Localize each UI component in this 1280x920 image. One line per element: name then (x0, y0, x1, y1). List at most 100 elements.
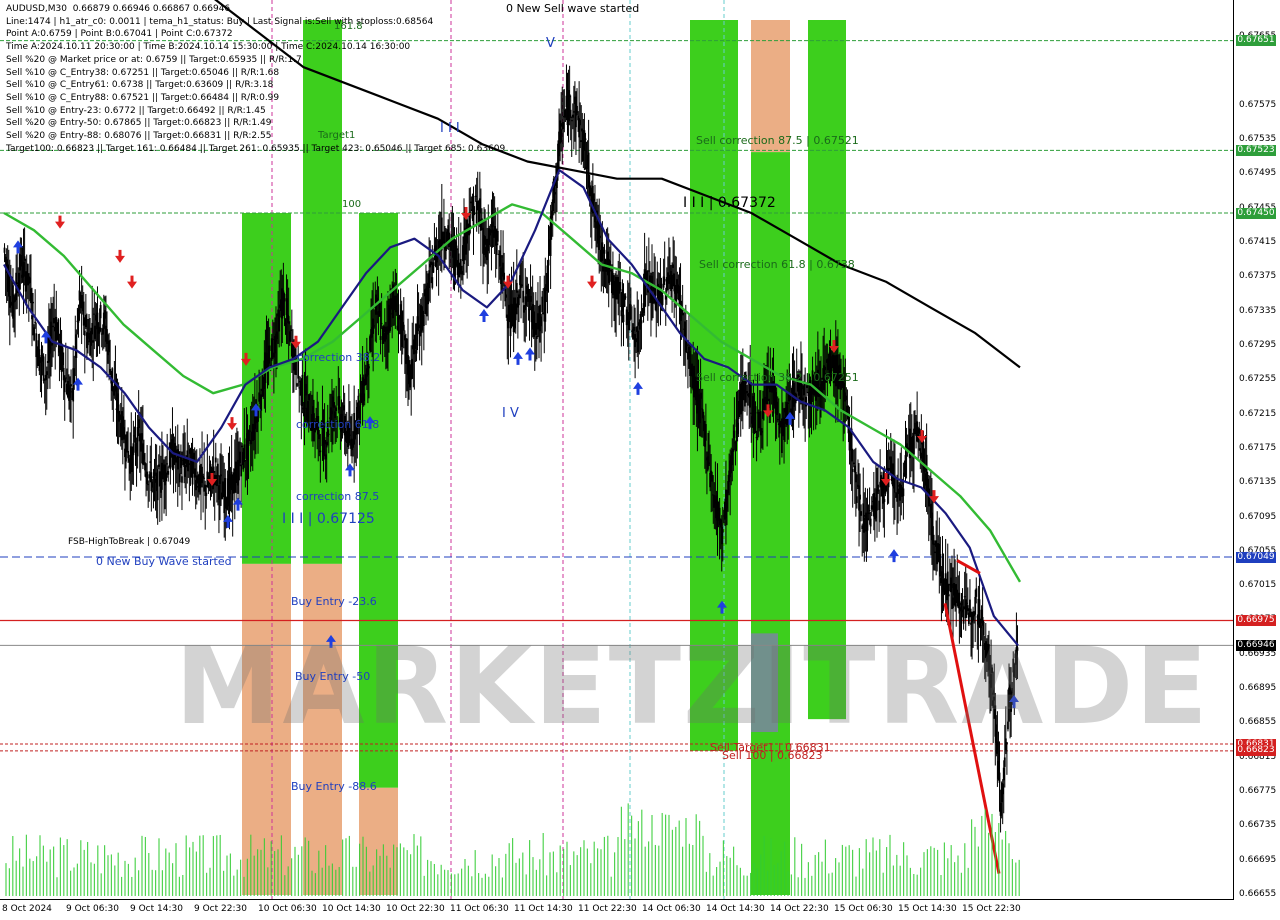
candle-body (33, 327, 36, 341)
candle-body (733, 430, 736, 438)
candle-body (622, 314, 625, 322)
info-line: Point A:0.6759 | Point B:0.67041 | Point… (6, 29, 233, 40)
candle-body (380, 323, 383, 325)
candle-body (860, 511, 863, 516)
label-point-b: I I I | 0.67125 (282, 511, 375, 527)
price-tick-label: 0.67015 (1239, 580, 1277, 591)
price-tick-label: 0.67495 (1239, 168, 1277, 179)
label-wave-iii: I I I (440, 121, 460, 136)
candle-body (268, 345, 271, 351)
price-tick-label: 0.66855 (1239, 717, 1277, 728)
candle-body (495, 243, 498, 256)
candle-body (1003, 757, 1006, 767)
price-tick-label: 0.67095 (1239, 511, 1277, 522)
buy-arrow-icon (889, 549, 899, 563)
candle-body (132, 443, 135, 456)
time-axis[interactable]: 8 Oct 2024 9 Oct 06:30 9 Oct 14:30 9 Oct 22… (0, 900, 1234, 920)
candle-body (379, 336, 382, 340)
sell-arrow-icon (587, 275, 597, 289)
candle-body (496, 230, 499, 242)
candle-body (178, 473, 181, 483)
candle-body (214, 457, 217, 463)
candle-body (422, 314, 425, 326)
time-tick-label: 15 Oct 06:30 (834, 904, 893, 914)
candle-body (83, 330, 86, 336)
time-tick-label: 9 Oct 06:30 (66, 904, 119, 914)
price-tag: 0.67450 (1236, 207, 1276, 219)
label-sell-correction-875: Sell correction 87.5 | 0.67521 (696, 134, 859, 147)
label-1618: 161.8 (334, 21, 363, 32)
time-tick-label: 14 Oct 14:30 (706, 904, 765, 914)
info-line: AUDUSD,M30 0.66879 0.66946 0.66867 0.669… (6, 4, 231, 14)
zone-orange-7 (751, 20, 790, 153)
sell-arrow-icon (115, 249, 125, 263)
price-tick-label: 0.66775 (1239, 786, 1277, 797)
price-tick-label: 0.67175 (1239, 442, 1277, 453)
price-tag: 0.66946 (1236, 639, 1276, 651)
price-tag: 0.67523 (1236, 144, 1276, 156)
candle-body (998, 772, 1001, 783)
time-tick-label: 10 Oct 14:30 (322, 904, 381, 914)
candle-body (856, 496, 858, 503)
candle-body (240, 464, 243, 477)
time-tick-label: 14 Oct 22:30 (770, 904, 829, 914)
candle-body (704, 424, 707, 441)
sell-arrow-icon (227, 417, 237, 431)
candle-body (851, 469, 854, 473)
candle-body (503, 272, 506, 280)
candle-body (547, 259, 550, 266)
time-tick-label: 15 Oct 22:30 (962, 904, 1021, 914)
candle-body (301, 374, 304, 407)
info-line: Sell %10 @ C_Entry61: 0.6738 || Target:0… (6, 80, 274, 91)
candle-body (522, 290, 525, 303)
candle-body (99, 305, 102, 319)
candle-body (335, 407, 338, 411)
candle-body (70, 384, 72, 387)
candle-body (629, 304, 632, 307)
candle-body (32, 301, 34, 304)
sell-arrow-icon (127, 275, 137, 289)
info-line: Sell %20 @ Entry-88: 0.68076 || Target:0… (6, 131, 272, 142)
time-tick-label: 10 Oct 06:30 (258, 904, 317, 914)
time-tick-label: 14 Oct 06:30 (642, 904, 701, 914)
candle-body (181, 476, 183, 483)
time-tick-label: 9 Oct 14:30 (130, 904, 183, 914)
price-tick-label: 0.67135 (1239, 477, 1277, 488)
buy-arrow-icon (525, 347, 535, 361)
candle-body (319, 450, 322, 453)
time-tick-label: 11 Oct 06:30 (450, 904, 509, 914)
label-correction-875: correction 87.5 (296, 490, 380, 503)
price-tick-label: 0.67335 (1239, 305, 1277, 316)
price-tick-label: 0.67415 (1239, 237, 1277, 248)
candle-body (368, 366, 370, 369)
candle-body (75, 334, 78, 358)
buy-arrow-icon (513, 351, 523, 365)
price-tag: 0.66823 (1236, 745, 1276, 757)
candle-body (663, 278, 666, 282)
candle-body (868, 510, 871, 512)
buy-arrow-icon (479, 308, 489, 322)
label-buy-entry-236: Buy Entry -23.6 (291, 595, 377, 608)
candle-body (402, 324, 405, 331)
price-axis[interactable]: 0.676550.675750.675350.674950.674550.674… (1234, 0, 1280, 920)
price-tick-label: 0.66655 (1239, 889, 1277, 899)
price-tick-label: 0.66735 (1239, 820, 1277, 831)
candle-body (624, 296, 627, 298)
candle-body (166, 463, 169, 465)
price-tag: 0.66975 (1236, 614, 1276, 626)
label-sell-correction-382: Sell correction 38.2 | 0.67251 (696, 371, 859, 384)
info-line: Sell %20 @ Market price or at: 0.6759 ||… (6, 54, 302, 65)
label-sell-100: Sell 100 | 0.66823 (722, 749, 823, 762)
label-buy-entry-886: Buy Entry -88.6 (291, 780, 377, 793)
buy-arrow-icon (633, 381, 643, 395)
price-tick-label: 0.67575 (1239, 99, 1277, 110)
time-tick-label: 11 Oct 14:30 (514, 904, 573, 914)
label-fsb-high-to-break: FSB-HighToBreak | 0.67049 (68, 537, 191, 547)
candle-body (859, 494, 861, 500)
info-line: Target100: 0.66823 || Target 161: 0.6648… (6, 143, 506, 154)
candle-body (721, 529, 724, 533)
price-tick-label: 0.67295 (1239, 339, 1277, 350)
watermark-logo: MARKETZITRADE (175, 625, 1210, 748)
candle-body (883, 499, 886, 502)
price-tick-label: 0.67535 (1239, 134, 1277, 145)
